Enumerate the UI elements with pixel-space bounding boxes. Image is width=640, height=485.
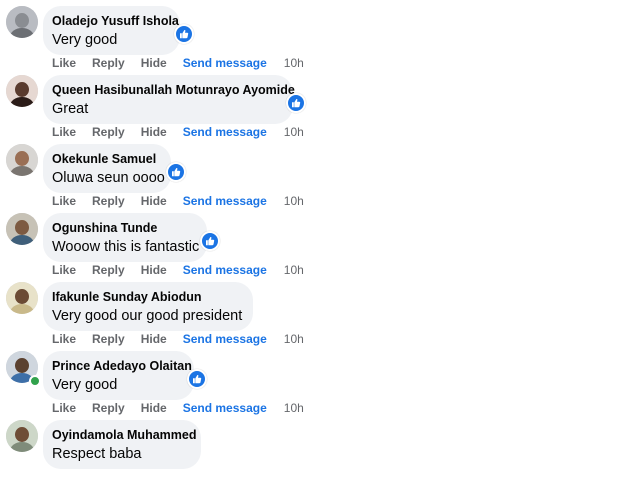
comment-text: Respect baba — [52, 446, 142, 462]
comment-actions: Like Reply Hide Send message 10h — [52, 262, 304, 278]
like-reaction-icon[interactable] — [187, 369, 207, 389]
comment-bubble: Ogunshina Tunde Wooow this is fantastic — [43, 213, 207, 262]
avatar[interactable] — [6, 6, 38, 38]
hide-button[interactable]: Hide — [141, 56, 167, 70]
timestamp: 10h — [283, 56, 304, 70]
comment: Oladejo Yusuff Ishola Very good Like Repl… — [0, 2, 640, 71]
hide-button[interactable]: Hide — [141, 332, 167, 346]
comment-author[interactable]: Oyindamola Muhammed — [52, 427, 196, 443]
hide-button[interactable]: Hide — [141, 194, 167, 208]
like-reaction-icon[interactable] — [286, 93, 306, 113]
comment-author[interactable]: Oladejo Yusuff Ishola — [52, 13, 179, 29]
comment-bubble: Prince Adedayo Olaitan Very good — [43, 351, 194, 400]
comment-bubble: Oladejo Yusuff Ishola Very good — [43, 6, 180, 55]
comment-actions: Like Reply Hide Send message 10h — [52, 400, 304, 416]
timestamp: 10h — [283, 194, 304, 208]
comment-author[interactable]: Ifakunle Sunday Abiodun — [52, 289, 241, 305]
like-button[interactable]: Like — [52, 401, 76, 415]
reply-button[interactable]: Reply — [92, 263, 125, 277]
send-message-button[interactable]: Send message — [183, 194, 267, 208]
timestamp: 10h — [283, 332, 304, 346]
reply-button[interactable]: Reply — [92, 332, 125, 346]
like-reaction-icon[interactable] — [200, 231, 220, 251]
timestamp: 10h — [283, 125, 304, 139]
avatar[interactable] — [6, 213, 38, 245]
send-message-button[interactable]: Send message — [183, 332, 267, 346]
send-message-button[interactable]: Send message — [183, 401, 267, 415]
hide-button[interactable]: Hide — [141, 263, 167, 277]
online-status-indicator — [29, 375, 41, 387]
like-button[interactable]: Like — [52, 332, 76, 346]
comment-text: Wooow this is fantastic — [52, 239, 200, 255]
comment-bubble: Okekunle Samuel Oluwa seun oooo — [43, 144, 171, 193]
like-reaction-icon[interactable] — [174, 24, 194, 44]
avatar[interactable] — [6, 144, 38, 176]
send-message-button[interactable]: Send message — [183, 56, 267, 70]
comment: Ogunshina Tunde Wooow this is fantastic … — [0, 209, 640, 278]
avatar[interactable] — [6, 282, 38, 314]
comment-actions: Like Reply Hide Send message 10h — [52, 55, 304, 71]
send-message-button[interactable]: Send message — [183, 125, 267, 139]
send-message-button[interactable]: Send message — [183, 263, 267, 277]
like-button[interactable]: Like — [52, 263, 76, 277]
comment-actions: Like Reply Hide Send message 10h — [52, 124, 304, 140]
comment: Okekunle Samuel Oluwa seun oooo Like Repl… — [0, 140, 640, 209]
comment: Oyindamola Muhammed Respect baba — [0, 416, 640, 485]
hide-button[interactable]: Hide — [141, 401, 167, 415]
comment-bubble: Oyindamola Muhammed Respect baba — [43, 420, 201, 469]
comment-text: Very good our good president — [52, 308, 243, 324]
avatar[interactable] — [6, 75, 38, 107]
comment-author[interactable]: Ogunshina Tunde — [52, 220, 195, 236]
like-button[interactable]: Like — [52, 125, 76, 139]
reply-button[interactable]: Reply — [92, 194, 125, 208]
timestamp: 10h — [283, 401, 304, 415]
comment-author[interactable]: Queen Hasibunallah Motunrayo Ayomide — [52, 82, 295, 98]
reply-button[interactable]: Reply — [92, 125, 125, 139]
comment-text: Very good — [52, 377, 118, 393]
comment: Prince Adedayo Olaitan Very good Like Rep… — [0, 347, 640, 416]
reply-button[interactable]: Reply — [92, 401, 125, 415]
comment-text: Great — [52, 101, 89, 117]
comment-text: Very good — [52, 32, 118, 48]
comment: Ifakunle Sunday Abiodun Very good our go… — [0, 278, 640, 347]
like-button[interactable]: Like — [52, 194, 76, 208]
comment-author[interactable]: Prince Adedayo Olaitan — [52, 358, 192, 374]
comment-bubble: Ifakunle Sunday Abiodun Very good our go… — [43, 282, 253, 331]
like-button[interactable]: Like — [52, 56, 76, 70]
like-reaction-icon[interactable] — [166, 162, 186, 182]
comment: Queen Hasibunallah Motunrayo Ayomide Gre… — [0, 71, 640, 140]
avatar[interactable] — [6, 420, 38, 452]
comment-author[interactable]: Okekunle Samuel — [52, 151, 159, 167]
comment-actions: Like Reply Hide Send message 10h — [52, 331, 304, 347]
reply-button[interactable]: Reply — [92, 56, 125, 70]
comment-actions: Like Reply Hide Send message 10h — [52, 193, 304, 209]
comment-text: Oluwa seun oooo — [52, 170, 165, 186]
timestamp: 10h — [283, 263, 304, 277]
comment-bubble: Queen Hasibunallah Motunrayo Ayomide Gre… — [43, 75, 295, 124]
hide-button[interactable]: Hide — [141, 125, 167, 139]
